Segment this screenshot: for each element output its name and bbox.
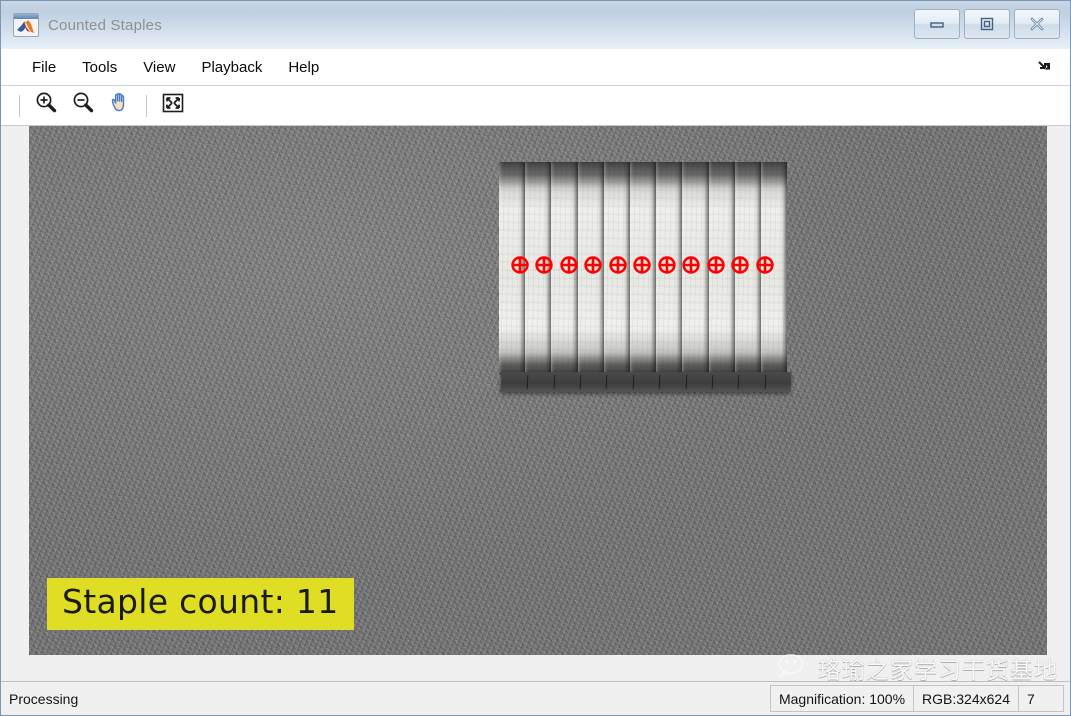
close-button[interactable] bbox=[1014, 9, 1060, 39]
staple bbox=[682, 162, 709, 375]
image-viewport[interactable]: Staple count: 11 bbox=[1, 126, 1070, 681]
minimize-button[interactable] bbox=[914, 9, 960, 39]
status-cell-dimensions: RGB:324x624 bbox=[913, 685, 1018, 712]
status-cells: Magnification: 100% RGB:324x624 7 bbox=[769, 685, 1064, 712]
staple-count-banner: Staple count: 11 bbox=[47, 578, 354, 630]
staple-base-notch bbox=[579, 375, 582, 389]
fit-to-window-button[interactable] bbox=[156, 91, 190, 121]
video-viewer-window: Counted Staples File Tools View Playback… bbox=[0, 0, 1071, 716]
staple-base-notch bbox=[553, 375, 556, 389]
menu-item-help[interactable]: Help bbox=[275, 55, 332, 80]
window-controls bbox=[914, 9, 1060, 39]
staple bbox=[708, 162, 735, 375]
status-cell-frame: 7 bbox=[1018, 685, 1064, 712]
staple-base-notch bbox=[737, 375, 740, 389]
title-bar: Counted Staples bbox=[1, 1, 1070, 49]
toolbar bbox=[1, 86, 1070, 126]
staple-base-notch bbox=[711, 375, 714, 389]
staple bbox=[499, 162, 526, 375]
staple bbox=[760, 162, 788, 375]
undock-arrow-icon[interactable] bbox=[1036, 58, 1054, 76]
staple bbox=[551, 162, 578, 375]
staple-base-notch bbox=[632, 375, 635, 389]
staples-row bbox=[499, 162, 788, 375]
toolbar-divider bbox=[19, 94, 20, 117]
staple-base-notch bbox=[606, 375, 608, 389]
matlab-logo-icon bbox=[13, 13, 39, 37]
staple-base-notch bbox=[685, 375, 687, 389]
staple bbox=[525, 162, 552, 375]
staple bbox=[603, 162, 631, 375]
menu-item-playback[interactable]: Playback bbox=[188, 55, 275, 80]
zoom-out-button[interactable] bbox=[66, 91, 100, 121]
staple bbox=[656, 162, 683, 375]
staple-base-notch bbox=[526, 375, 529, 389]
staple-base-notch bbox=[658, 375, 661, 389]
maximize-fit-icon bbox=[160, 90, 186, 121]
maximize-button[interactable] bbox=[964, 9, 1010, 39]
zoom-out-icon bbox=[70, 90, 96, 121]
staple-stack-base bbox=[500, 372, 792, 392]
status-cell-magnification: Magnification: 100% bbox=[769, 685, 914, 712]
pan-button[interactable] bbox=[103, 91, 137, 121]
status-bar: Processing Magnification: 100% RGB:324x6… bbox=[1, 681, 1070, 715]
toolbar-divider-2 bbox=[146, 94, 147, 117]
window-title: Counted Staples bbox=[48, 16, 162, 34]
displayed-image[interactable]: Staple count: 11 bbox=[29, 126, 1047, 655]
staple bbox=[734, 162, 762, 375]
staple bbox=[629, 162, 657, 375]
hand-pan-icon bbox=[107, 90, 133, 121]
zoom-in-button[interactable] bbox=[29, 91, 63, 121]
menu-bar: File Tools View Playback Help bbox=[1, 49, 1070, 86]
menu-item-file[interactable]: File bbox=[19, 55, 69, 80]
status-message: Processing bbox=[9, 690, 79, 707]
staple bbox=[577, 162, 604, 375]
menu-item-view[interactable]: View bbox=[130, 55, 188, 80]
menu-item-tools[interactable]: Tools bbox=[69, 55, 130, 80]
zoom-in-icon bbox=[33, 90, 59, 121]
staple-base-notch bbox=[764, 375, 766, 389]
staple-stack bbox=[499, 162, 792, 392]
